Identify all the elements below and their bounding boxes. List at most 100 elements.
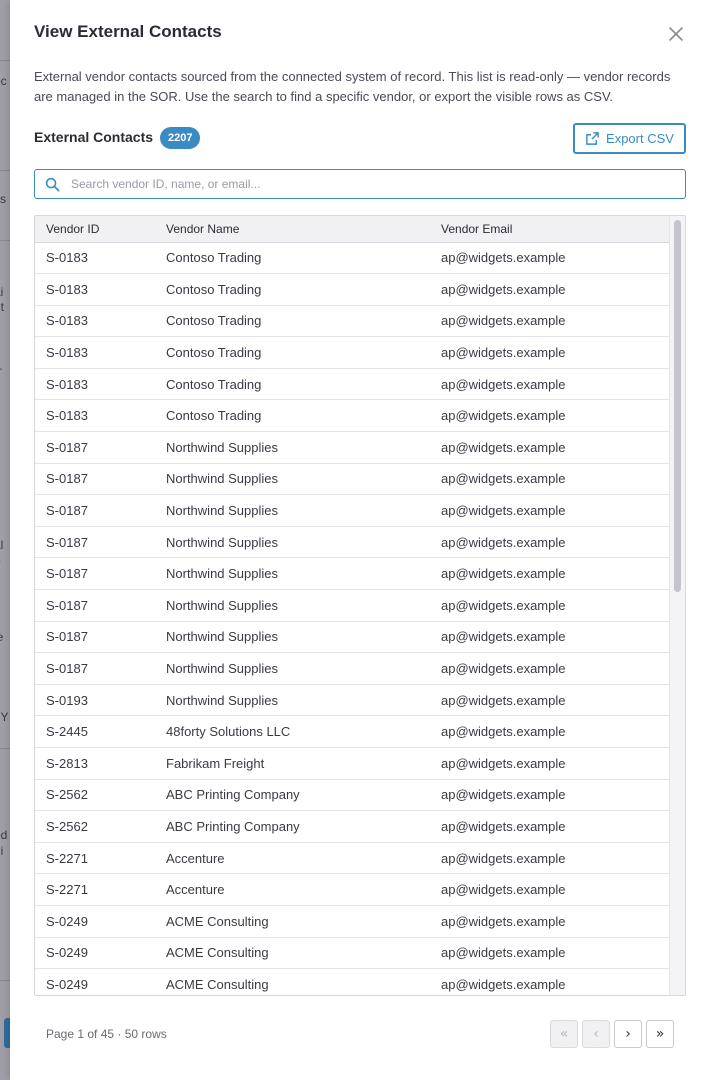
table-row[interactable]: S-0249 ACME Consulting ap@widgets.example (35, 905, 670, 938)
vendor-id-cell: S-0187 (35, 621, 155, 654)
last-page-button[interactable]: » (646, 1020, 674, 1048)
vendor-name-cell: Accenture (155, 873, 430, 906)
table-row[interactable]: S-2813 Fabrikam Freight ap@widgets.example (35, 747, 670, 780)
vendor-id-cell: S-0193 (35, 684, 155, 717)
external-contacts-modal: View External Contacts External vendor c… (10, 0, 710, 1080)
previous-page-button[interactable]: ‹ (582, 1020, 610, 1048)
table-row[interactable]: S-0187 Northwind Supplies ap@widgets.examp… (35, 431, 670, 464)
export-csv-label: Export CSV (606, 131, 674, 146)
table-row[interactable]: S-0187 Northwind Supplies ap@widgets.examp… (35, 652, 670, 685)
vendor-email-cell: ap@widgets.example (430, 937, 670, 970)
table-row[interactable]: S-2445 48forty Solutions LLC ap@widgets.ex… (35, 715, 670, 748)
vendor-id-cell: S-2562 (35, 810, 155, 843)
vendor-email-cell: ap@widgets.example (430, 431, 670, 464)
background-page: ec ss ai ut rr y al o le . Y ed di (0, 0, 10, 1080)
table-row[interactable]: S-0187 Northwind Supplies ap@widgets.examp… (35, 463, 670, 496)
table-row[interactable]: S-2562 ABC Printing Company ap@widgets.exa… (35, 779, 670, 812)
vendor-name-cell: Contoso Trading (155, 399, 430, 433)
pagination-info: Page 1 of 45 · 50 rows (46, 1027, 167, 1041)
vendor-id-cell: S-0187 (35, 463, 155, 496)
vendor-email-cell: ap@widgets.example (430, 557, 670, 591)
vendor-email-cell: ap@widgets.example (430, 336, 670, 369)
vendor-email-cell: ap@widgets.example (430, 905, 670, 938)
vendor-id-cell: S-0183 (35, 273, 155, 306)
vendor-name-cell: ABC Printing Company (155, 779, 430, 812)
vendor-name-cell: Contoso Trading (155, 242, 430, 275)
table-row[interactable]: S-0183 Contoso Trading ap@widgets.example (35, 399, 670, 433)
vendor-id-cell: S-0183 (35, 336, 155, 369)
vendor-name-cell: Northwind Supplies (155, 494, 430, 527)
vendor-id-cell: S-0187 (35, 589, 155, 622)
export-csv-button[interactable]: Export CSV (573, 123, 686, 154)
table-row[interactable]: S-0183 Contoso Trading ap@widgets.example (35, 273, 670, 306)
vendor-name-cell: Contoso Trading (155, 273, 430, 306)
vendor-name-cell: Northwind Supplies (155, 589, 430, 622)
export-icon (586, 132, 599, 145)
vendor-id-cell: S-0187 (35, 557, 155, 591)
search-input[interactable] (69, 170, 677, 198)
column-header-vendor-name[interactable]: Vendor Name (155, 216, 430, 243)
table-row[interactable]: S-0187 Northwind Supplies ap@widgets.examp… (35, 557, 670, 591)
close-icon (669, 27, 683, 41)
search-field[interactable] (34, 169, 686, 199)
vendor-name-cell: Northwind Supplies (155, 431, 430, 464)
table-row[interactable]: S-0187 Northwind Supplies ap@widgets.examp… (35, 494, 670, 527)
table-row[interactable]: S-0187 Northwind Supplies ap@widgets.examp… (35, 589, 670, 622)
table-row[interactable]: S-2562 ABC Printing Company ap@widgets.exa… (35, 810, 670, 843)
next-page-button[interactable]: › (614, 1020, 642, 1048)
vendor-id-cell: S-2271 (35, 873, 155, 906)
vendor-email-cell: ap@widgets.example (430, 842, 670, 875)
table-row[interactable]: S-0187 Northwind Supplies ap@widgets.examp… (35, 621, 670, 654)
vendor-email-cell: ap@widgets.example (430, 810, 670, 843)
table-row[interactable]: S-2271 Accenture ap@widgets.example (35, 842, 670, 875)
vendor-name-cell: Northwind Supplies (155, 684, 430, 717)
vendor-id-cell: S-2813 (35, 747, 155, 780)
close-button[interactable] (666, 24, 686, 44)
vendor-id-cell: S-0187 (35, 494, 155, 527)
vendor-email-cell: ap@widgets.example (430, 494, 670, 527)
table-row[interactable]: S-0183 Contoso Trading ap@widgets.example (35, 305, 670, 338)
vendor-email-cell: ap@widgets.example (430, 589, 670, 622)
vendor-id-cell: S-0183 (35, 368, 155, 401)
vendor-id-cell: S-0187 (35, 431, 155, 464)
scrollbar-thumb[interactable] (674, 220, 681, 592)
count-badge: 2207 (160, 127, 201, 149)
vendor-id-cell: S-0249 (35, 937, 155, 970)
vendor-name-cell: ACME Consulting (155, 968, 430, 995)
contacts-table-container: Vendor ID Vendor Name Vendor Email S-018… (34, 215, 686, 996)
first-page-button[interactable]: « (550, 1020, 578, 1048)
table-row[interactable]: S-0187 Northwind Supplies ap@widgets.examp… (35, 526, 670, 559)
vendor-email-cell: ap@widgets.example (430, 463, 670, 496)
vendor-name-cell: ACME Consulting (155, 905, 430, 938)
table-row[interactable]: S-0193 Northwind Supplies ap@widgets.examp… (35, 684, 670, 717)
vendor-name-cell: 48forty Solutions LLC (155, 715, 430, 748)
search-icon (45, 177, 60, 192)
vendor-name-cell: Northwind Supplies (155, 463, 430, 496)
vendor-email-cell: ap@widgets.example (430, 621, 670, 654)
vendor-id-cell: S-2562 (35, 779, 155, 812)
table-row[interactable]: S-2271 Accenture ap@widgets.example (35, 873, 670, 906)
table-row[interactable]: S-0249 ACME Consulting ap@widgets.example (35, 937, 670, 970)
table-row[interactable]: S-0249 ACME Consulting ap@widgets.example (35, 968, 670, 995)
vendor-email-cell: ap@widgets.example (430, 873, 670, 906)
column-header-vendor-id[interactable]: Vendor ID (35, 216, 155, 243)
vendor-email-cell: ap@widgets.example (430, 242, 670, 275)
vendor-name-cell: Northwind Supplies (155, 621, 430, 654)
vendor-email-cell: ap@widgets.example (430, 399, 670, 433)
vendor-id-cell: S-0249 (35, 968, 155, 995)
table-scrollbar[interactable] (669, 216, 685, 995)
vendor-id-cell: S-0249 (35, 905, 155, 938)
vendor-name-cell: Northwind Supplies (155, 526, 430, 559)
vendor-name-cell: Contoso Trading (155, 305, 430, 338)
vendor-email-cell: ap@widgets.example (430, 273, 670, 306)
vendor-name-cell: Northwind Supplies (155, 557, 430, 591)
column-header-vendor-email[interactable]: Vendor Email (430, 216, 670, 243)
vendor-email-cell: ap@widgets.example (430, 747, 670, 780)
table-row[interactable]: S-0183 Contoso Trading ap@widgets.example (35, 242, 670, 275)
table-header-row: Vendor ID Vendor Name Vendor Email (35, 216, 670, 243)
vendor-id-cell: S-2271 (35, 842, 155, 875)
table-row[interactable]: S-0183 Contoso Trading ap@widgets.example (35, 368, 670, 401)
vendor-email-cell: ap@widgets.example (430, 368, 670, 401)
vendor-id-cell: S-0187 (35, 526, 155, 559)
table-row[interactable]: S-0183 Contoso Trading ap@widgets.example (35, 336, 670, 369)
